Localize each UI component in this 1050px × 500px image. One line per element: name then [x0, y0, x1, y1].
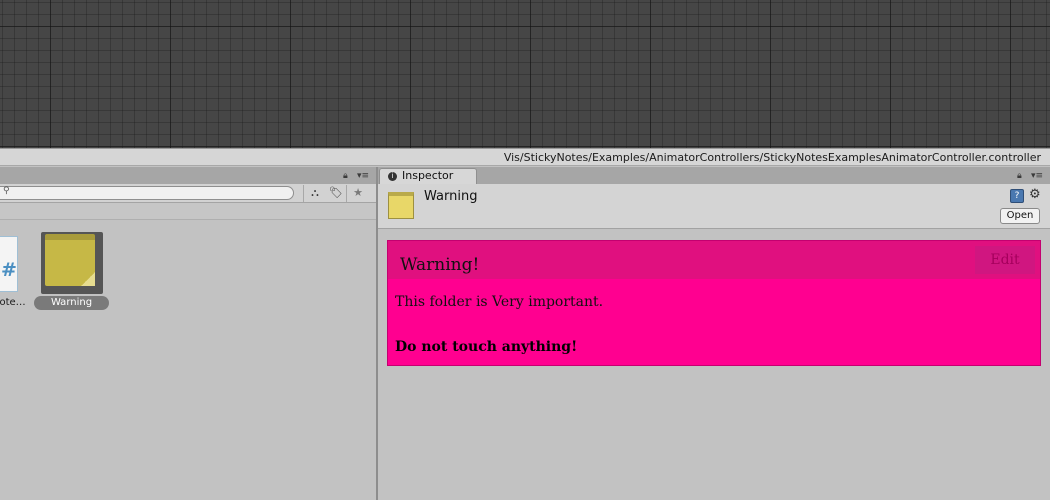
search-icon: ⚲	[3, 186, 10, 196]
filter-by-type-icon[interactable]: ⛬	[307, 186, 323, 201]
toolbar-divider	[303, 185, 304, 202]
project-toolbar: ⚲ ⛬ 🏷︎ ★	[0, 184, 376, 203]
sticky-note-header: Warning! Edit	[388, 241, 1040, 279]
sticky-note-body: This folder is Very important.	[395, 294, 604, 310]
sticky-note-card: Warning! Edit This folder is Very import…	[387, 240, 1041, 366]
sticky-note-icon[interactable]	[41, 232, 103, 294]
hash-icon: #	[1, 259, 17, 281]
inspector-tab-strip: i Inspector 🔒︎ ▾≡	[378, 167, 1050, 184]
sticky-note-icon	[388, 192, 414, 219]
lock-icon[interactable]: 🔒︎	[1017, 171, 1022, 181]
animator-path-bar: Vis/StickyNotes/Examples/AnimatorControl…	[0, 148, 1050, 166]
favorite-star-icon[interactable]: ★	[350, 186, 366, 201]
edit-button[interactable]: Edit	[975, 246, 1035, 274]
filter-by-label-icon[interactable]: 🏷︎	[328, 186, 344, 201]
open-button[interactable]: Open	[1000, 208, 1040, 224]
tab-label: Inspector	[402, 169, 454, 182]
lock-icon[interactable]: 🔒︎	[343, 171, 348, 181]
animator-graph-canvas[interactable]	[0, 0, 1050, 148]
controller-path: Vis/StickyNotes/Examples/AnimatorControl…	[503, 151, 1041, 164]
sticky-note-emphasis: Do not touch anything!	[395, 339, 578, 355]
inspector-panel: i Inspector 🔒︎ ▾≡ Warning ? ⚙ Open Warnin…	[378, 167, 1050, 500]
asset-label[interactable]: Note…	[0, 297, 26, 308]
csharp-script-icon[interactable]: #	[0, 236, 18, 292]
search-input[interactable]: ⚲	[0, 186, 294, 200]
project-breadcrumb-bar	[0, 203, 376, 220]
asset-label-selected[interactable]: Warning	[34, 296, 109, 310]
tab-inspector[interactable]: i Inspector	[379, 168, 477, 184]
panel-menu-icon[interactable]: ▾≡	[357, 171, 369, 181]
note-paper-graphic	[45, 234, 95, 286]
info-icon: i	[388, 172, 397, 181]
project-panel: 🔒︎ ▾≡ ⚲ ⛬ 🏷︎ ★ # Note… Warning	[0, 167, 376, 500]
panel-menu-icon[interactable]: ▾≡	[1031, 171, 1043, 181]
sticky-note-title: Warning!	[400, 255, 480, 275]
object-name: Warning	[424, 189, 478, 204]
inspector-header: Warning ? ⚙ Open	[378, 184, 1050, 229]
toolbar-divider	[346, 185, 347, 202]
project-tab-strip: 🔒︎ ▾≡	[0, 167, 376, 184]
gear-icon[interactable]: ⚙	[1029, 187, 1041, 202]
page-curl-graphic	[81, 272, 95, 286]
help-book-icon[interactable]: ?	[1010, 189, 1024, 203]
